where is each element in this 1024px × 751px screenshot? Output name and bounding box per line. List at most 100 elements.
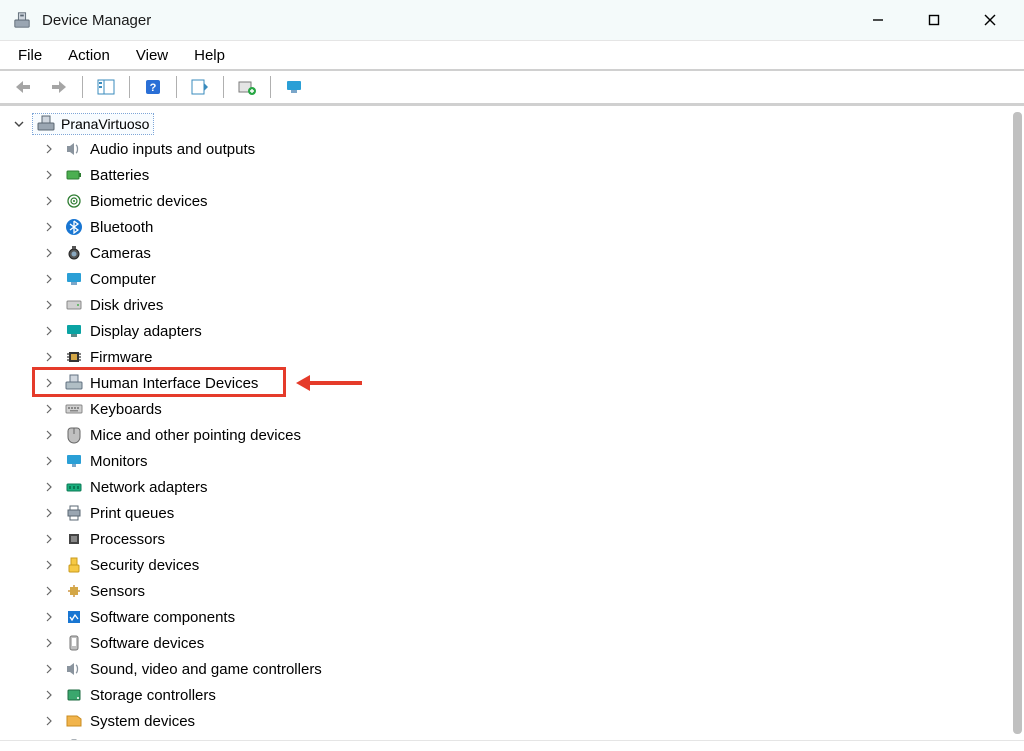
tree-node-label: Firmware [88,350,153,365]
tree-node[interactable]: System devices [38,708,1020,734]
tree-node-label: Storage controllers [88,688,216,703]
chevron-right-icon[interactable] [40,192,58,210]
tree-node[interactable]: Monitors [38,448,1020,474]
chevron-right-icon[interactable] [40,608,58,626]
tree-node-label: Software components [88,610,235,625]
tree-node[interactable]: Firmware [38,344,1020,370]
display-icon [64,321,84,341]
hid-icon [64,373,84,393]
tree-node[interactable]: Mice and other pointing devices [38,422,1020,448]
biometric-icon [64,191,84,211]
chevron-right-icon[interactable] [40,426,58,444]
tree-node[interactable]: Computer [38,266,1020,292]
forward-button[interactable] [44,74,74,100]
tree-node-label: Computer [88,272,156,287]
chevron-right-icon[interactable] [40,738,58,740]
show-hide-console-tree-button[interactable] [91,74,121,100]
chevron-right-icon[interactable] [40,530,58,548]
chevron-right-icon[interactable] [40,478,58,496]
scan-hardware-button[interactable] [232,74,262,100]
tree-root[interactable]: PranaVirtuoso [10,112,1020,136]
svg-text:?: ? [150,82,157,94]
tree-node[interactable]: Audio inputs and outputs [38,136,1020,162]
tree-node[interactable]: Human Interface Devices [38,370,1020,396]
tree-node-label: Human Interface Devices [88,376,258,391]
tree-node[interactable]: Cameras [38,240,1020,266]
devices-and-printers-button[interactable] [279,74,309,100]
app-icon [12,10,32,30]
chevron-right-icon[interactable] [40,166,58,184]
chevron-right-icon[interactable] [40,218,58,236]
tree-node-label: Bluetooth [88,220,153,235]
chevron-right-icon[interactable] [40,686,58,704]
toolbar-separator [176,76,177,98]
minimize-button[interactable] [850,0,906,40]
chevron-right-icon[interactable] [40,140,58,158]
tree-node[interactable]: Display adapters [38,318,1020,344]
menu-file[interactable]: File [14,44,46,67]
tree-node[interactable]: Batteries [38,162,1020,188]
chevron-right-icon[interactable] [40,296,58,314]
menu-help[interactable]: Help [190,44,229,67]
chevron-right-icon[interactable] [40,712,58,730]
tree-node[interactable]: Network adapters [38,474,1020,500]
close-button[interactable] [962,0,1018,40]
tree-node[interactable]: Software devices [38,630,1020,656]
chevron-right-icon[interactable] [40,270,58,288]
chevron-right-icon[interactable] [40,452,58,470]
menu-view[interactable]: View [132,44,172,67]
chevron-down-icon[interactable] [10,115,28,133]
chevron-right-icon[interactable] [40,244,58,262]
tree-node[interactable]: Biometric devices [38,188,1020,214]
tree-node-label: Biometric devices [88,194,208,209]
tree-node[interactable]: Software components [38,604,1020,630]
network-icon [64,477,84,497]
device-tree[interactable]: PranaVirtuoso Audio inputs and outputs B… [0,106,1024,740]
tree-node[interactable]: Universal Serial Bus controllers [38,734,1020,740]
softcomp-icon [64,607,84,627]
device-manager-window: Device Manager File Action View Help [0,0,1024,751]
usb-icon [64,737,84,740]
tree-node[interactable]: Keyboards [38,396,1020,422]
toolbar-separator [223,76,224,98]
tree-node[interactable]: Sensors [38,578,1020,604]
chevron-right-icon[interactable] [40,322,58,340]
tree-node[interactable]: Processors [38,526,1020,552]
chevron-right-icon[interactable] [40,634,58,652]
tree-node[interactable]: Print queues [38,500,1020,526]
tree-node-label: Keyboards [88,402,162,417]
vertical-scrollbar[interactable] [1013,112,1022,734]
tree-node[interactable]: Storage controllers [38,682,1020,708]
chevron-right-icon[interactable] [40,660,58,678]
chevron-right-icon[interactable] [40,504,58,522]
title-bar: Device Manager [0,0,1024,41]
speaker-icon [64,139,84,159]
tree-node[interactable]: Disk drives [38,292,1020,318]
chevron-right-icon[interactable] [40,400,58,418]
softdev-icon [64,633,84,653]
menu-bar: File Action View Help [0,41,1024,69]
content-area: PranaVirtuoso Audio inputs and outputs B… [0,105,1024,740]
help-button[interactable]: ? [138,74,168,100]
tree-node-label: Display adapters [88,324,202,339]
tree-node-label: Cameras [88,246,151,261]
menu-action[interactable]: Action [64,44,114,67]
tree-node[interactable]: Bluetooth [38,214,1020,240]
tree-node-label: Monitors [88,454,148,469]
tree-children: Audio inputs and outputs Batteries Biome… [10,136,1020,740]
chevron-right-icon[interactable] [40,374,58,392]
tree-node-label: Sound, video and game controllers [88,662,322,677]
window-title: Device Manager [42,12,151,29]
chevron-right-icon[interactable] [40,556,58,574]
monitor2-icon [64,451,84,471]
chevron-right-icon[interactable] [40,348,58,366]
maximize-button[interactable] [906,0,962,40]
tree-node[interactable]: Security devices [38,552,1020,578]
camera-icon [64,243,84,263]
tree-node-label: Sensors [88,584,145,599]
action-button[interactable] [185,74,215,100]
tree-node[interactable]: Sound, video and game controllers [38,656,1020,682]
back-button[interactable] [8,74,38,100]
chevron-right-icon[interactable] [40,582,58,600]
storage-icon [64,685,84,705]
